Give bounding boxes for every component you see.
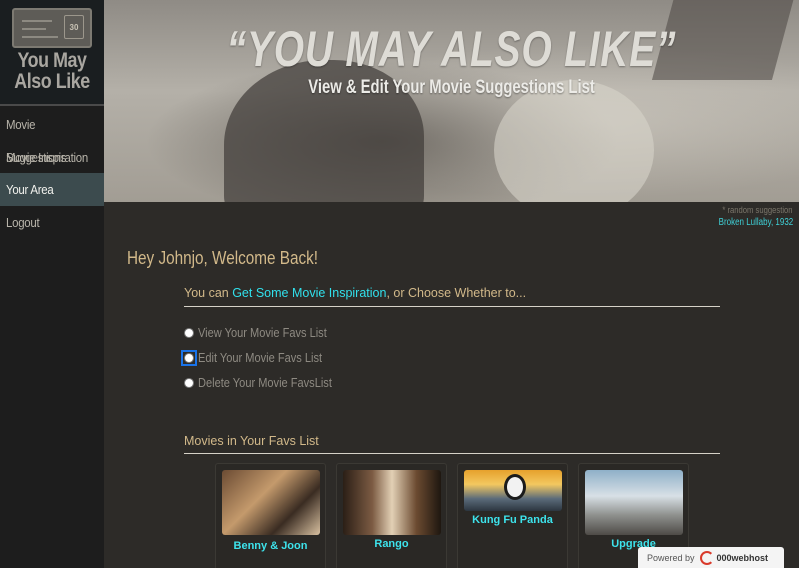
movie-card[interactable]: Rango [336,463,447,568]
movie-title[interactable]: Kung Fu Panda [458,514,567,526]
logo-text: You May Also Like [8,50,96,92]
ticket-icon: 30 [12,8,92,48]
logo-line-2: Also Like [14,70,90,93]
favs-list: Benny & Joon Rango Kung Fu Panda Upgrade [215,463,689,568]
movie-title[interactable]: Benny & Joon [216,540,325,552]
view-favs-radio[interactable] [184,327,194,338]
hero-caption-link[interactable]: Broken Lullaby, 1932 [718,217,793,228]
ticket-number: 30 [64,15,84,39]
host-logo-icon [699,550,714,565]
favs-heading: Movies in Your Favs List [184,434,720,454]
hero-subtitle: View & Edit Your Movie Suggestions List [308,77,595,98]
delete-favs-radio[interactable] [184,377,194,388]
edit-favs-radio[interactable] [181,349,197,366]
sidebar-item-label: Your Area [6,182,54,197]
intro-prefix: You can [184,286,233,300]
sidebar-item-your-area[interactable]: Your Area [0,173,104,206]
movie-inspiration-link[interactable]: Get Some Movie Inspiration [232,286,386,300]
sidebar-item-movie-suggestions[interactable]: Movie Suggestions [0,108,104,165]
movie-card[interactable]: Benny & Joon [215,463,326,568]
welcome-heading: Hey Johnjo, Welcome Back! [127,248,319,268]
hero-caption-note: * random suggestion [722,205,793,215]
intro-text: You can Get Some Movie Inspiration, or C… [184,286,720,307]
option-edit-favs[interactable]: Edit Your Movie Favs List [181,345,356,370]
sidebar-nav: Movie Suggestions Movie Inspiration Your… [0,108,104,238]
sidebar: 30 You May Also Like Movie Suggestions M… [0,0,104,568]
site-logo[interactable]: 30 You May Also Like [0,0,104,106]
movie-poster[interactable] [464,470,562,511]
powered-by-label: Powered by [647,552,695,563]
option-label: View Your Movie Favs List [198,325,327,340]
option-view-favs[interactable]: View Your Movie Favs List [182,320,356,345]
sidebar-item-logout[interactable]: Logout [0,206,104,239]
movie-card[interactable]: Kung Fu Panda [457,463,568,568]
action-options: View Your Movie Favs List Edit Your Movi… [181,320,356,395]
movie-poster[interactable] [222,470,320,535]
option-delete-favs[interactable]: Delete Your Movie FavsList [182,370,356,395]
hosting-badge[interactable]: Powered by 000webhost [638,547,784,568]
host-brand: 000webhost [716,552,769,563]
hero-banner: “YOU MAY ALSO LIKE” View & Edit Your Mov… [104,0,799,202]
intro-suffix: , or Choose Whether to... [386,286,527,300]
movie-title[interactable]: Rango [337,538,446,550]
logo-line-1: You May [17,49,87,72]
movie-poster[interactable] [343,470,441,535]
option-label: Delete Your Movie FavsList [198,375,332,390]
option-label: Edit Your Movie Favs List [198,350,323,365]
hero-title: “YOU MAY ALSO LIKE” [226,21,677,77]
movie-poster[interactable] [585,470,683,535]
sidebar-item-label: Logout [6,214,40,230]
sidebar-item-label: Movie Inspiration [6,149,88,165]
panda-icon [504,474,526,500]
